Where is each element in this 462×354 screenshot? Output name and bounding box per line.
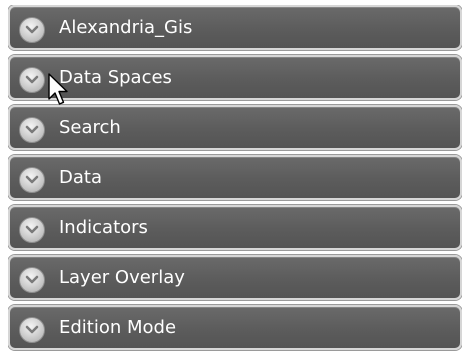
accordion-item-data-spaces[interactable]: Data Spaces	[8, 55, 462, 100]
accordion-item-label: Layer Overlay	[59, 267, 185, 288]
accordion-item-label: Alexandria_Gis	[59, 17, 193, 38]
chevron-down-icon[interactable]	[19, 317, 45, 343]
chevron-down-icon[interactable]	[19, 217, 45, 243]
accordion-item-alexandria-gis[interactable]: Alexandria_Gis	[8, 5, 462, 50]
accordion-item-data[interactable]: Data	[8, 155, 462, 200]
chevron-down-icon[interactable]	[19, 117, 45, 143]
chevron-down-icon[interactable]	[19, 167, 45, 193]
accordion-item-label: Data Spaces	[59, 67, 172, 88]
chevron-down-icon[interactable]	[19, 267, 45, 293]
chevron-down-icon[interactable]	[19, 67, 45, 93]
accordion-item-label: Data	[59, 167, 102, 188]
chevron-down-icon[interactable]	[19, 17, 45, 43]
accordion-item-indicators[interactable]: Indicators	[8, 205, 462, 250]
accordion-item-edition-mode[interactable]: Edition Mode	[8, 305, 462, 350]
accordion-menu: Alexandria_Gis Data Spaces Search Data I…	[8, 5, 462, 354]
accordion-item-label: Edition Mode	[59, 317, 177, 338]
accordion-item-layer-overlay[interactable]: Layer Overlay	[8, 255, 462, 300]
accordion-item-search[interactable]: Search	[8, 105, 462, 150]
accordion-item-label: Search	[59, 117, 121, 138]
accordion-item-label: Indicators	[59, 217, 148, 238]
